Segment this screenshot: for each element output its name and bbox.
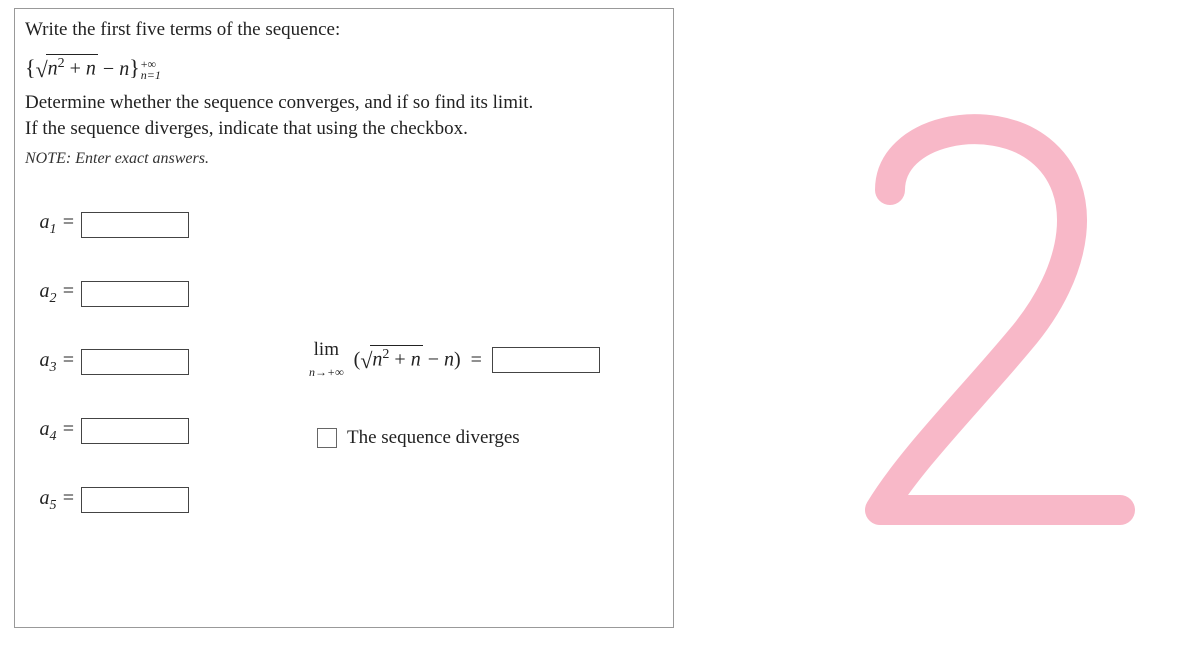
term-row-a5: a5 = — [25, 485, 189, 516]
term-label-a1: a1 = — [25, 209, 75, 240]
term-label-a3: a3 = — [25, 347, 75, 378]
limit-input[interactable] — [492, 347, 600, 373]
limit-expression: (√n2 + n − n) — [354, 345, 461, 375]
term-row-a3: a3 = — [25, 347, 189, 378]
problem-container: Write the first five terms of the sequen… — [14, 8, 674, 628]
inputs-area: a1 = a2 = a3 = a4 = a5 = — [25, 189, 663, 515]
terms-column: a1 = a2 = a3 = a4 = a5 = — [25, 209, 189, 515]
sequence-definition: {√n2 + n − n}+∞n=1 — [25, 53, 663, 85]
diverges-checkbox[interactable] — [317, 428, 337, 448]
limit-row: lim n→+∞ (√n2 + n − n) = — [309, 339, 600, 381]
handwritten-annotation-2 — [820, 90, 1140, 560]
term-label-a2: a2 = — [25, 278, 75, 309]
term-label-a5: a5 = — [25, 485, 75, 516]
term-input-a4[interactable] — [81, 418, 189, 444]
term-row-a2: a2 = — [25, 278, 189, 309]
limit-operator: lim n→+∞ — [309, 339, 344, 381]
term-input-a1[interactable] — [81, 212, 189, 238]
instruction-line-2: If the sequence diverges, indicate that … — [25, 116, 663, 142]
diverges-row: The sequence diverges — [317, 425, 600, 451]
term-input-a2[interactable] — [81, 281, 189, 307]
note-text: NOTE: Enter exact answers. — [25, 148, 663, 170]
prompt-text: Write the first five terms of the sequen… — [25, 17, 663, 43]
term-input-a5[interactable] — [81, 487, 189, 513]
diverges-label: The sequence diverges — [347, 425, 520, 451]
term-row-a1: a1 = — [25, 209, 189, 240]
term-label-a4: a4 = — [25, 416, 75, 447]
limit-subscript: n→+∞ — [309, 365, 344, 379]
instruction-line-1: Determine whether the sequence converges… — [25, 90, 663, 116]
term-input-a3[interactable] — [81, 349, 189, 375]
limit-word: lim — [314, 339, 339, 360]
sequence-sub: n=1 — [141, 70, 161, 81]
equals-sign: = — [471, 347, 482, 374]
limit-column: lim n→+∞ (√n2 + n − n) = The sequence di… — [309, 339, 600, 451]
term-row-a4: a4 = — [25, 416, 189, 447]
